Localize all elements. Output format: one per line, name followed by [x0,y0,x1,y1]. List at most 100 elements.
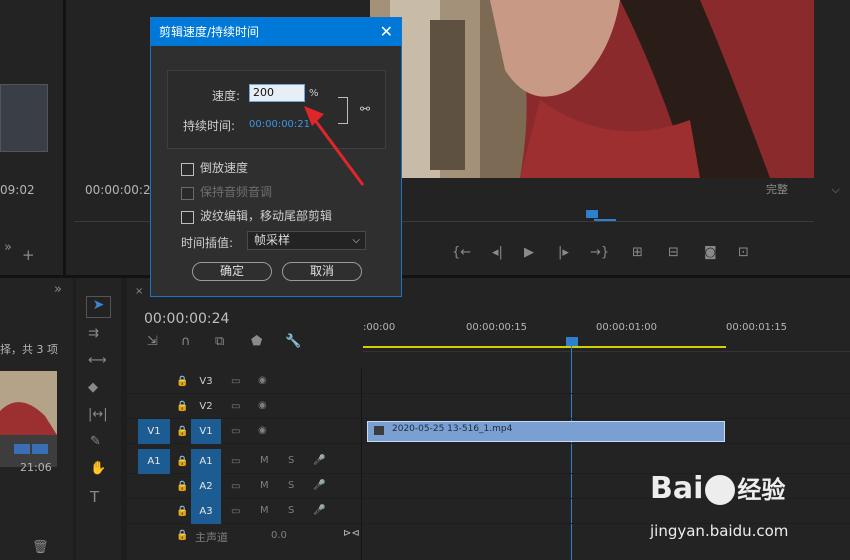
ruler-label: 00:00:01:15 [726,322,788,333]
hand-icon[interactable]: ✋ [90,461,106,476]
close-icon[interactable]: ✕ [380,18,393,46]
paw-icon [705,474,736,505]
fit-select[interactable]: 完整 ⌵ [766,181,850,197]
lock-icon[interactable]: 🔒 [176,376,188,387]
clip-thumbnail-image [0,371,57,435]
arrow-shaft [310,115,365,186]
source-timecode: 09:02 [0,183,35,197]
lock-icon[interactable]: 🔒 [176,506,188,517]
reverse-speed-checkbox[interactable] [181,162,194,176]
ripple-edit-label: 波纹编辑，移动尾部剪辑 [200,209,333,223]
sync-lock-icon[interactable]: ▭ [231,506,240,517]
solo-button[interactable]: S [288,505,294,516]
video-clip[interactable]: 2020-05-25 13-516_1.mp4 [367,421,725,442]
eye-icon[interactable]: ◉ [258,375,267,386]
source-patch-v1[interactable]: V1 [138,419,170,444]
reverse-speed-option[interactable]: 倒放速度 [181,159,248,176]
nest-icon[interactable]: ⇲ [147,334,158,349]
timeline-playhead-handle[interactable] [566,337,578,346]
close-tab-icon[interactable]: × [135,286,143,297]
track-select-icon[interactable]: ⇉ [88,326,99,341]
video-frame-image [370,0,814,178]
mute-button[interactable]: M [260,480,269,491]
eye-icon[interactable]: ◉ [258,400,267,411]
sync-lock-icon[interactable]: ▭ [231,456,240,467]
ok-button[interactable]: 确定 [192,262,272,281]
ripple-edit-icon[interactable]: ⟷ [88,353,107,368]
type-icon[interactable]: T [90,488,99,506]
track-name: V2 [199,401,213,412]
reverse-speed-label: 倒放速度 [200,161,249,175]
track-v1: V1 🔒 V1 ▭ ◉ 2020-05-25 13-516_1.mp4 [127,419,850,444]
speed-value: 200 [253,86,274,99]
razor-icon[interactable]: ◆ [88,380,98,395]
clip-thumbnail[interactable]: 21:06 [0,371,57,474]
work-area-bar[interactable] [363,346,726,348]
microphone-icon[interactable]: 🎤 [313,455,325,466]
playhead-marker[interactable] [586,210,598,218]
add-marker-icon[interactable]: ⬟ [251,334,262,349]
duration-label: 持续时间: [183,119,236,133]
fx-badge-icon [374,426,384,435]
lock-icon[interactable]: 🔒 [176,426,188,437]
ripple-edit-option[interactable]: 波纹编辑，移动尾部剪辑 [181,207,332,224]
timeline-timecode[interactable]: 00:00:00:24 [144,311,229,327]
track-name[interactable]: A2 [191,474,221,499]
mute-button[interactable]: M [260,455,269,466]
lift-icon[interactable]: ⊞ [632,245,643,260]
trash-icon[interactable]: 🗑 [32,540,49,555]
interp-select[interactable]: 帧采样 ⌵ [247,231,366,250]
sync-lock-icon[interactable]: ▭ [231,401,240,412]
track-name[interactable]: A3 [191,499,221,524]
step-back-icon[interactable]: ◂| [492,245,503,260]
slip-icon[interactable]: |↔| [88,407,108,422]
lock-icon[interactable]: 🔒 [176,401,188,412]
speed-input[interactable]: 200 [249,84,305,102]
microphone-icon[interactable]: 🎤 [313,480,325,491]
interp-label: 时间插值: [181,236,234,250]
brand-text: Bai [650,471,704,506]
go-to-out-icon[interactable]: →} [590,245,609,260]
ripple-edit-checkbox[interactable] [181,210,194,224]
arrow-head [304,106,324,126]
timeline-ruler[interactable]: :00:00 00:00:00:15 00:00:01:00 00:00:01:… [363,316,850,352]
add-icon[interactable]: + [22,246,35,264]
wrench-icon[interactable]: 🔧 [285,334,301,349]
linked-selection-icon[interactable]: ⧉ [215,334,224,349]
solo-button[interactable]: S [288,480,294,491]
program-timecode[interactable]: 00:00:00:2 [85,183,151,197]
snap-icon[interactable]: ∩ [181,334,191,349]
lock-icon[interactable]: 🔒 [176,530,188,541]
sync-lock-icon[interactable]: ▭ [231,426,240,437]
cancel-button[interactable]: 取消 [282,262,362,281]
lock-icon[interactable]: 🔒 [176,481,188,492]
camera-icon[interactable]: ◙ [704,245,717,260]
pen-icon[interactable]: ✎ [90,434,101,449]
chevron-right-icon[interactable]: » [4,240,12,255]
keep-pitch-checkbox [181,186,194,200]
sync-lock-icon[interactable]: ▭ [231,376,240,387]
project-panel: » 择，共 3 项 21:06 🗑 [0,278,73,560]
track-name[interactable]: V1 [191,419,221,444]
lock-icon[interactable]: 🔒 [176,456,188,467]
go-to-in-icon[interactable]: {← [452,245,471,260]
microphone-icon[interactable]: 🎤 [313,505,325,516]
solo-button[interactable]: S [288,455,294,466]
eye-icon[interactable]: ◉ [258,425,267,436]
master-value[interactable]: 0.0 [271,530,287,541]
extract-icon[interactable]: ⊟ [668,245,679,260]
selection-tool-icon[interactable]: ➤ [86,296,111,318]
chevron-down-icon: ⌵ [352,235,360,246]
panel-menu-icon[interactable]: » [54,282,62,297]
track-header-divider[interactable] [361,369,362,560]
step-forward-icon[interactable]: |▸ [558,245,569,260]
mute-button[interactable]: M [260,505,269,516]
button-editor-icon[interactable]: ⊡ [738,245,749,260]
go-to-end-icon[interactable]: ⊳⊲ [343,528,360,539]
source-patch-a1[interactable]: A1 [138,449,170,474]
track-name[interactable]: A1 [191,449,221,474]
play-icon[interactable]: ▶ [524,245,534,260]
sync-lock-icon[interactable]: ▭ [231,481,240,492]
dialog-titlebar[interactable]: 剪辑速度/持续时间 ✕ [151,18,401,46]
master-label: 主声道 [195,531,228,544]
